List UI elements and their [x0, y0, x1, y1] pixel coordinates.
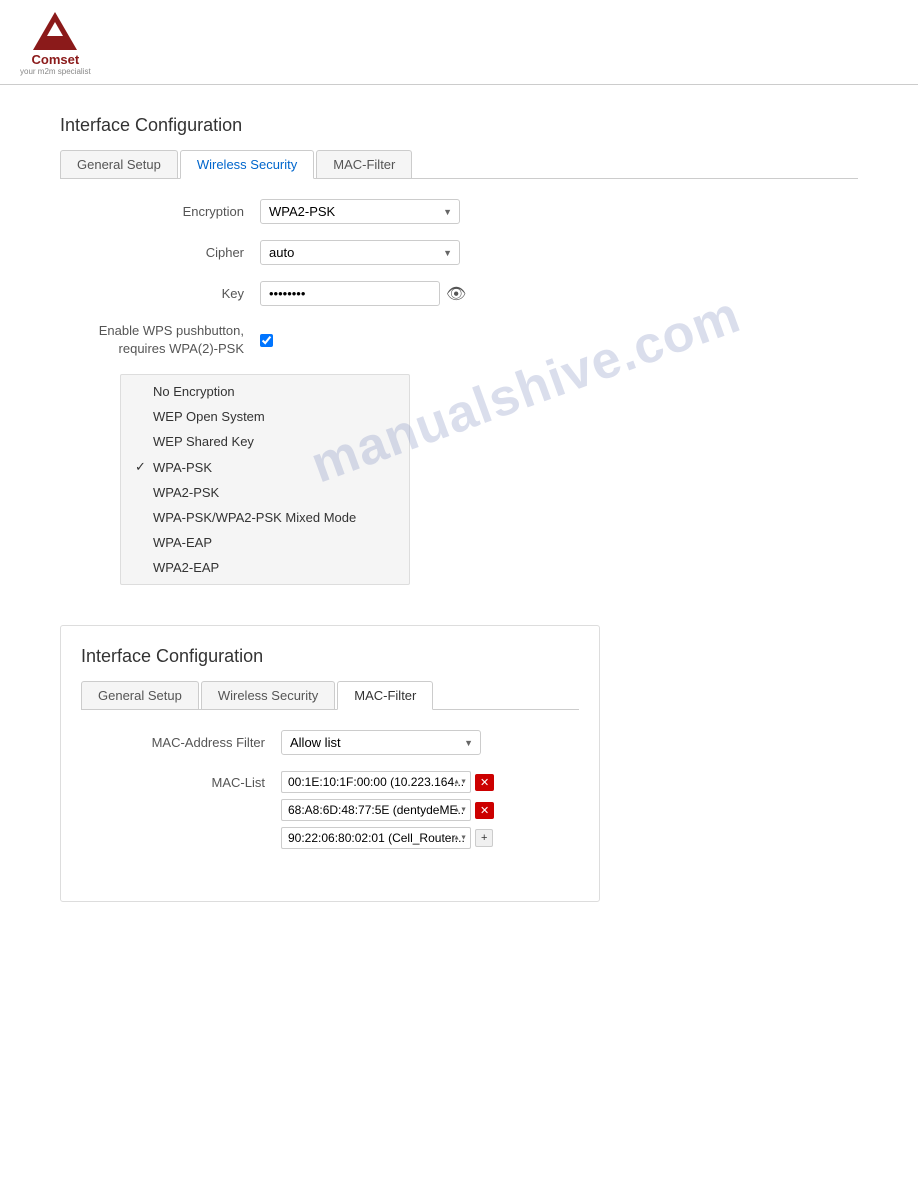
- dropdown-item-no-encryption[interactable]: No Encryption: [121, 379, 409, 404]
- wps-label: Enable WPS pushbutton, requires WPA(2)-P…: [60, 322, 260, 358]
- mac-list-label: MAC-List: [81, 771, 281, 790]
- mac-filter-control: Allow list Deny list: [281, 730, 481, 755]
- cipher-select-wrapper: auto: [260, 240, 460, 265]
- dropdown-item-wpa2-eap[interactable]: WPA2-EAP: [121, 555, 409, 580]
- encryption-control: WPA2-PSK: [260, 199, 460, 224]
- tab2-mac-filter[interactable]: MAC-Filter: [337, 681, 433, 710]
- tab2-general-setup[interactable]: General Setup: [81, 681, 199, 709]
- checkmark-wpa2-eap: [135, 560, 149, 575]
- checkmark-wpa-mixed: [135, 510, 149, 525]
- key-control: 👁: [260, 281, 466, 306]
- cipher-row: Cipher auto: [60, 240, 858, 265]
- checkmark-wep-shared: [135, 434, 149, 449]
- mac-filter-label: MAC-Address Filter: [81, 735, 281, 750]
- mac-list-row: MAC-List 00:1E:10:1F:00:00 (10.223.164..…: [81, 771, 579, 855]
- mac-select-wrapper-0: 00:1E:10:1F:00:00 (10.223.164...: [281, 771, 471, 793]
- cipher-control: auto: [260, 240, 460, 265]
- encryption-select[interactable]: WPA2-PSK: [260, 199, 460, 224]
- logo-icon: [33, 12, 77, 50]
- mac-list-item-0: 00:1E:10:1F:00:00 (10.223.164... ✕: [281, 771, 494, 793]
- cipher-label: Cipher: [60, 245, 260, 260]
- mac-remove-button-1[interactable]: ✕: [475, 802, 494, 819]
- encryption-label: Encryption: [60, 204, 260, 219]
- mac-filter-select[interactable]: Allow list Deny list: [281, 730, 481, 755]
- mac-list-item-1: 68:A8:6D:48:77:5E (dentydeME... ✕: [281, 799, 494, 821]
- mac-list-item-2: 90:22:06:80:02:01 (Cell_Router... +: [281, 827, 494, 849]
- wps-row: Enable WPS pushbutton, requires WPA(2)-P…: [60, 322, 858, 358]
- key-row: Key 👁: [60, 281, 858, 306]
- mac-filter-row: MAC-Address Filter Allow list Deny list: [81, 730, 579, 755]
- checkmark-no-encryption: [135, 384, 149, 399]
- mac-select-wrapper-2: 90:22:06:80:02:01 (Cell_Router...: [281, 827, 471, 849]
- encryption-row: Encryption WPA2-PSK: [60, 199, 858, 224]
- mac-list-items: 00:1E:10:1F:00:00 (10.223.164... ✕ 68:A8…: [281, 771, 494, 855]
- section1-tabs: General Setup Wireless Security MAC-Filt…: [60, 150, 858, 179]
- main-content: Interface Configuration General Setup Wi…: [0, 85, 918, 932]
- dropdown-item-wep-open[interactable]: WEP Open System: [121, 404, 409, 429]
- mac-select-wrapper-1: 68:A8:6D:48:77:5E (dentydeME...: [281, 799, 471, 821]
- tab-mac-filter[interactable]: MAC-Filter: [316, 150, 412, 178]
- logo-subtext: your m2m specialist: [20, 67, 91, 76]
- dropdown-item-wpa-mixed[interactable]: WPA-PSK/WPA2-PSK Mixed Mode: [121, 505, 409, 530]
- logo-text: Comset: [32, 52, 80, 67]
- section1-title: Interface Configuration: [60, 115, 858, 136]
- checkmark-wpa-psk: ✓: [135, 459, 149, 475]
- section2-tabs: General Setup Wireless Security MAC-Filt…: [81, 681, 579, 710]
- logo: Comset your m2m specialist: [20, 12, 91, 76]
- section2-title: Interface Configuration: [81, 646, 579, 667]
- dropdown-item-wpa2-psk[interactable]: WPA2-PSK: [121, 480, 409, 505]
- section2: Interface Configuration General Setup Wi…: [60, 625, 600, 902]
- section1: Interface Configuration General Setup Wi…: [60, 115, 858, 585]
- wps-control: [260, 334, 273, 347]
- tab-wireless-security[interactable]: Wireless Security: [180, 150, 314, 179]
- key-label: Key: [60, 286, 260, 301]
- tab2-wireless-security[interactable]: Wireless Security: [201, 681, 335, 709]
- header: Comset your m2m specialist: [0, 0, 918, 85]
- tab-general-setup[interactable]: General Setup: [60, 150, 178, 178]
- mac-remove-button-0[interactable]: ✕: [475, 774, 494, 791]
- key-input[interactable]: [260, 281, 440, 306]
- cipher-select[interactable]: auto: [260, 240, 460, 265]
- mac-filter-select-wrapper: Allow list Deny list: [281, 730, 481, 755]
- dropdown-item-wep-shared[interactable]: WEP Shared Key: [121, 429, 409, 454]
- eye-icon[interactable]: 👁: [446, 284, 466, 304]
- dropdown-item-wpa-psk[interactable]: ✓ WPA-PSK: [121, 454, 409, 480]
- checkmark-wpa-eap: [135, 535, 149, 550]
- wps-checkbox[interactable]: [260, 334, 273, 347]
- checkmark-wep-open: [135, 409, 149, 424]
- encryption-dropdown: No Encryption WEP Open System WEP Shared…: [120, 374, 410, 585]
- encryption-select-wrapper: WPA2-PSK: [260, 199, 460, 224]
- dropdown-item-wpa-eap[interactable]: WPA-EAP: [121, 530, 409, 555]
- mac-add-button[interactable]: +: [475, 829, 493, 847]
- mac-entry-select-1[interactable]: 68:A8:6D:48:77:5E (dentydeME...: [281, 799, 471, 821]
- checkmark-wpa2-psk: [135, 485, 149, 500]
- mac-entry-select-2[interactable]: 90:22:06:80:02:01 (Cell_Router...: [281, 827, 471, 849]
- mac-entry-select-0[interactable]: 00:1E:10:1F:00:00 (10.223.164...: [281, 771, 471, 793]
